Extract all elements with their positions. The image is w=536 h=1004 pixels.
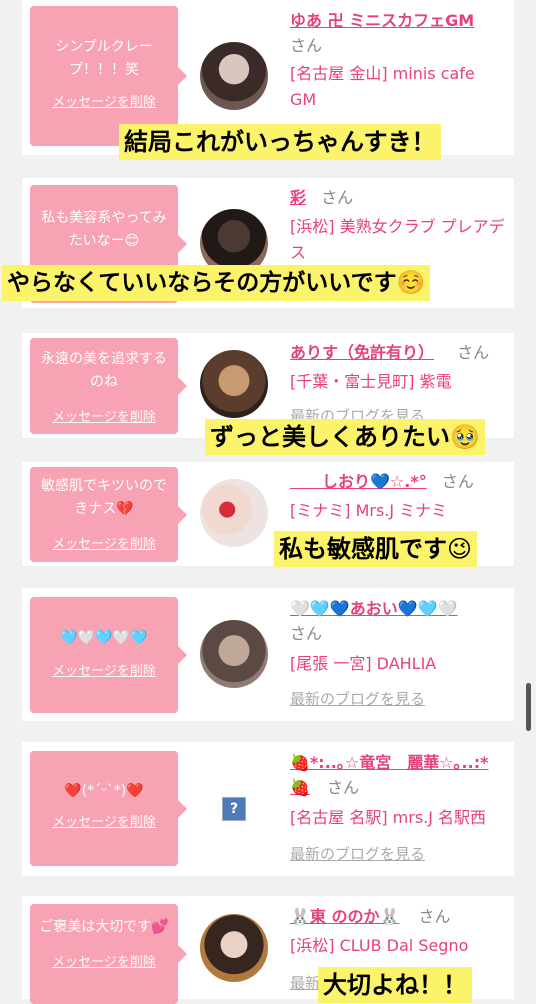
profile-name-line: 彩 さん [290, 185, 504, 210]
message-bubble: ❤️(*´ᵕ`*)❤️ メッセージを削除 [30, 751, 187, 866]
honorific: さん [290, 624, 323, 643]
avatar[interactable] [200, 479, 268, 547]
message-text: ❤️(*´ᵕ`*)❤️ [64, 783, 144, 799]
message-bubble: 永遠の美を追求するのね メッセージを削除 [30, 338, 187, 434]
profile-name-link[interactable]: ゆあ 卍 ミニスカフェGM [290, 11, 474, 30]
honorific: さん [418, 907, 451, 926]
profile-name-link[interactable]: 彩 [290, 188, 306, 207]
message-text: シンプルクレープ！！！笑 [55, 39, 153, 78]
message-bubble: 敏感肌でキツいのできナス💔 メッセージを削除 [30, 467, 187, 562]
shop-link[interactable]: [千葉・富士見町] 紫電 [290, 369, 506, 395]
shop-link[interactable]: [名古屋 名駅] mrs.J 名駅西 [290, 805, 506, 831]
delete-message-link[interactable]: メッセージを削除 [30, 660, 178, 679]
message-text: 敏感肌でキツいのできナス💔 [41, 478, 167, 517]
message-card-5: 🩵🤍🩵🤍🩵 メッセージを削除 🤍🩵💙あおい💙🩵🤍 さん [尾張 一宮] DAHL… [22, 588, 514, 721]
message-bubble: 🩵🤍🩵🤍🩵 メッセージを削除 [30, 597, 187, 713]
honorific: さん [457, 343, 490, 362]
shop-link[interactable]: [浜松] CLUB Dal Segno [290, 933, 506, 959]
message-text: ご褒美は大切です💕 [39, 919, 169, 935]
broken-image-icon: ? [222, 797, 246, 821]
profile-name-line: 🤍🩵💙あおい💙🩵🤍 さん [290, 596, 504, 646]
caption-overlay: ずっと美しくありたい🥹 [205, 419, 485, 455]
profile-name-link[interactable]: ありす（免許有り） [290, 343, 434, 362]
delete-message-link[interactable]: メッセージを削除 [30, 951, 178, 970]
delete-message-link[interactable]: メッセージを削除 [30, 91, 178, 110]
latest-blog-link[interactable]: 最新のブログを見る [290, 843, 425, 864]
shop-link[interactable]: [ミナミ] Mrs.J ミナミ [290, 498, 506, 524]
profile-name-line: ありす（免許有り） さん [290, 340, 504, 365]
honorific: さん [441, 472, 474, 491]
shop-link[interactable]: [浜松] 美熟女クラブ プレアデス [290, 214, 506, 266]
avatar[interactable] [200, 350, 268, 418]
caption-overlay: やらなくていいならその方がいいです☺️ [2, 265, 431, 301]
profile-name-line: しおり💙☆.*° さん [290, 469, 504, 494]
profile-name-line: 🐰東 ののか🐰 さん [290, 904, 504, 929]
message-card-6: ❤️(*´ᵕ`*)❤️ メッセージを削除 🍓*:..｡☆竜宮 麗華☆｡..:*🍓… [22, 742, 514, 876]
avatar[interactable] [200, 620, 268, 688]
message-text: 私も美容系やってみたいなー😊 [41, 210, 167, 249]
delete-message-link[interactable]: メッセージを削除 [30, 533, 178, 552]
profile-name-link[interactable]: しおり💙☆.*° [290, 472, 427, 491]
caption-overlay: 大切よね！！ [318, 967, 472, 1003]
latest-blog-link[interactable]: 最新のブログを見る [290, 688, 425, 709]
delete-message-link[interactable]: メッセージを削除 [30, 406, 178, 425]
message-text: 🩵🤍🩵🤍🩵 [60, 630, 148, 646]
message-bubble: ご褒美は大切です💕 メッセージを削除 [30, 904, 187, 1004]
delete-message-link[interactable]: メッセージを削除 [30, 811, 178, 830]
avatar[interactable] [200, 914, 268, 982]
honorific: さん [321, 188, 354, 207]
caption-overlay: 結局これがいっちゃんすき！ [119, 124, 441, 160]
shop-link[interactable]: [名古屋 金山] minis cafe GM [290, 61, 506, 113]
honorific: さん [290, 36, 323, 55]
avatar[interactable] [200, 42, 268, 110]
message-text: 永遠の美を追求するのね [41, 351, 167, 390]
profile-name-link[interactable]: 🍓*:..｡☆竜宮 麗華☆｡..:*🍓 [290, 753, 488, 797]
profile-name-link[interactable]: 🤍🩵💙あおい💙🩵🤍 [290, 599, 458, 618]
shop-link[interactable]: [尾張 一宮] DAHLIA [290, 651, 506, 677]
profile-name-line: ゆあ 卍 ミニスカフェGM さん [290, 8, 504, 58]
caption-overlay: 私も敏感肌です😉 [274, 531, 478, 567]
profile-name-link[interactable]: 🐰東 ののか🐰 [290, 907, 399, 926]
scrollbar[interactable] [526, 683, 531, 731]
profile-name-line: 🍓*:..｡☆竜宮 麗華☆｡..:*🍓 さん [290, 750, 504, 800]
honorific: さん [327, 778, 360, 797]
